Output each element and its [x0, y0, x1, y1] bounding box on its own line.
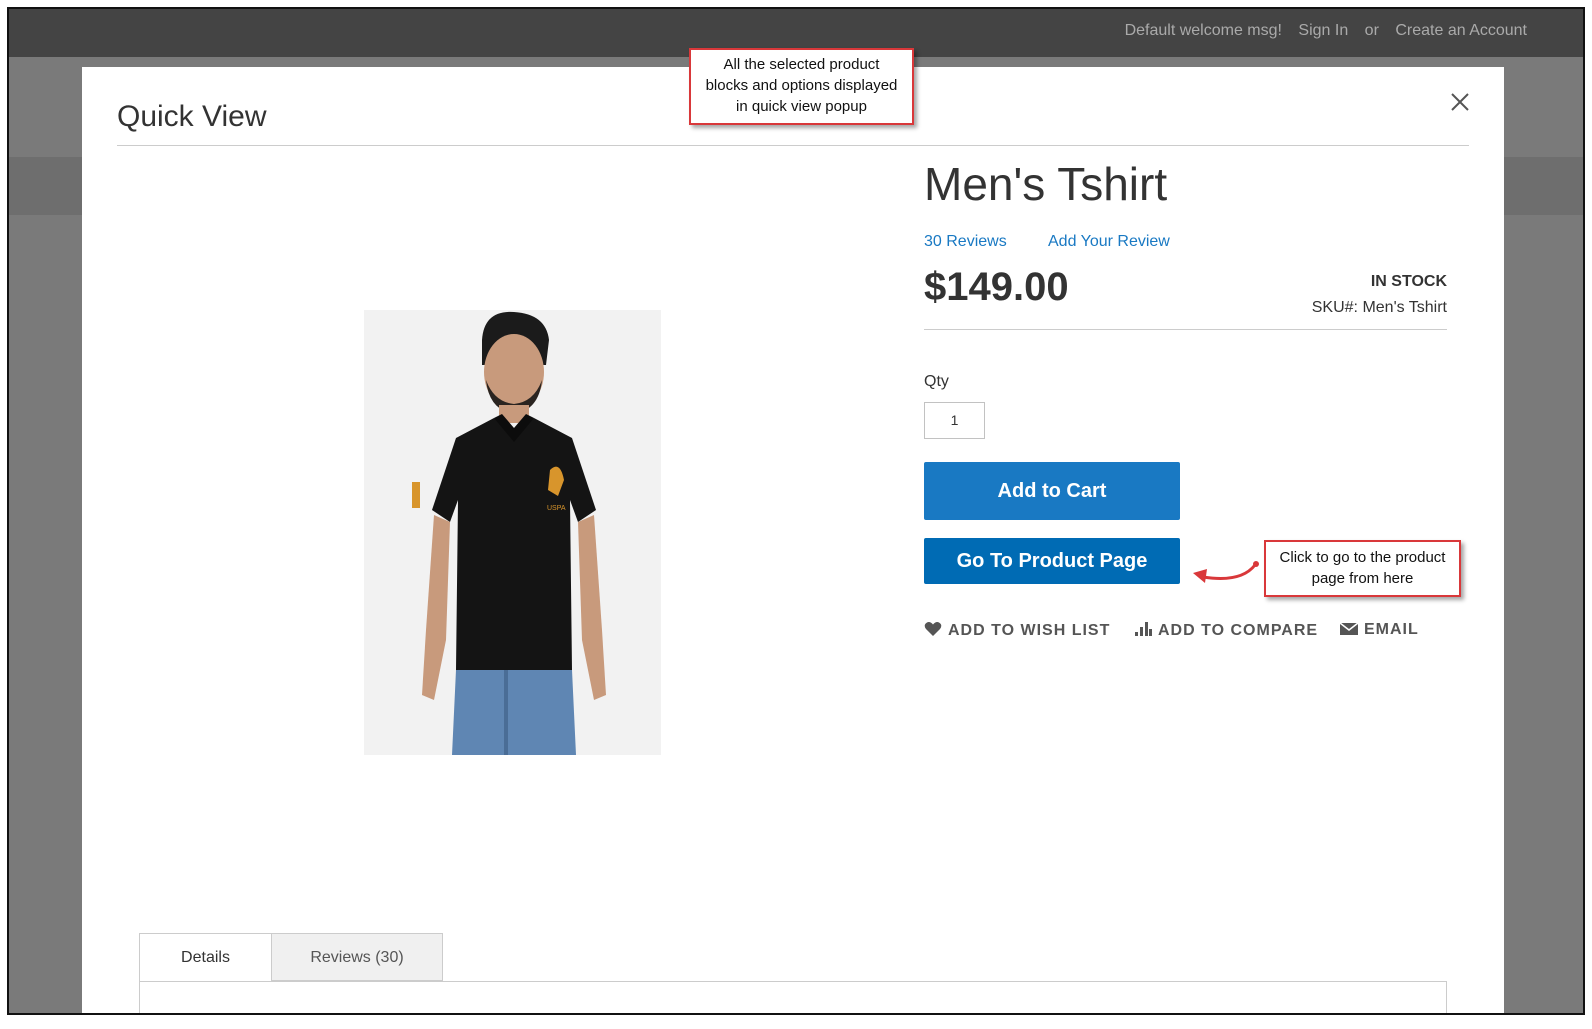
tab-reviews[interactable]: Reviews (30) [271, 933, 443, 981]
annotation-line: in quick view popup [736, 98, 867, 115]
annotation-callout-right: Click to go to the product page from her… [1264, 540, 1461, 597]
compare-icon [1135, 622, 1152, 636]
email-link[interactable]: EMAIL [1339, 621, 1419, 639]
product-sku: SKU#: Men's Tshirt [1311, 299, 1447, 316]
add-review-link[interactable]: Add Your Review [1048, 233, 1170, 251]
stock-status: IN STOCK [1370, 273, 1447, 290]
modal-title: Quick View [117, 100, 267, 133]
email-label: EMAIL [1364, 621, 1419, 638]
compare-label: ADD TO COMPARE [1158, 622, 1319, 639]
header-links: Default welcome msg! Sign In or Create a… [1113, 22, 1527, 40]
welcome-message: Default welcome msg! [1124, 22, 1282, 39]
annotation-line: Click to go to the product [1279, 549, 1446, 566]
annotation-callout-top: All the selected product blocks and opti… [689, 48, 914, 125]
sign-in-link[interactable]: Sign In [1298, 22, 1348, 39]
qty-label: Qty [924, 373, 949, 390]
add-to-wish-list-link[interactable]: ADD TO WISH LIST [924, 621, 1110, 640]
product-image[interactable]: USPA [364, 310, 661, 755]
reviews-link[interactable]: 30 Reviews [924, 233, 1007, 251]
annotation-line: page from here [1311, 570, 1414, 587]
price-divider [924, 329, 1447, 330]
envelope-icon [1339, 622, 1359, 635]
qty-input[interactable]: 1 [924, 402, 985, 439]
svg-text:USPA: USPA [547, 505, 566, 512]
create-account-link[interactable]: Create an Account [1395, 22, 1527, 39]
heart-icon [924, 622, 942, 636]
product-price: $149.00 [924, 265, 1069, 309]
title-divider [117, 145, 1469, 146]
add-to-compare-link[interactable]: ADD TO COMPARE [1134, 621, 1318, 640]
close-icon[interactable] [1448, 91, 1472, 115]
tab-content-panel [139, 981, 1447, 1013]
product-name: Men's Tshirt [924, 158, 1168, 210]
annotation-arrow-icon [1193, 561, 1259, 583]
screenshot-frame: Default welcome msg! Sign In or Create a… [7, 7, 1585, 1015]
or-text: or [1364, 22, 1379, 39]
annotation-line: All the selected product [723, 56, 880, 73]
wish-list-label: ADD TO WISH LIST [948, 622, 1111, 639]
go-to-product-page-button[interactable]: Go To Product Page [924, 538, 1180, 584]
annotation-line: blocks and options displayed [705, 77, 898, 94]
add-to-cart-button[interactable]: Add to Cart [924, 462, 1180, 520]
tab-details[interactable]: Details [139, 933, 272, 982]
